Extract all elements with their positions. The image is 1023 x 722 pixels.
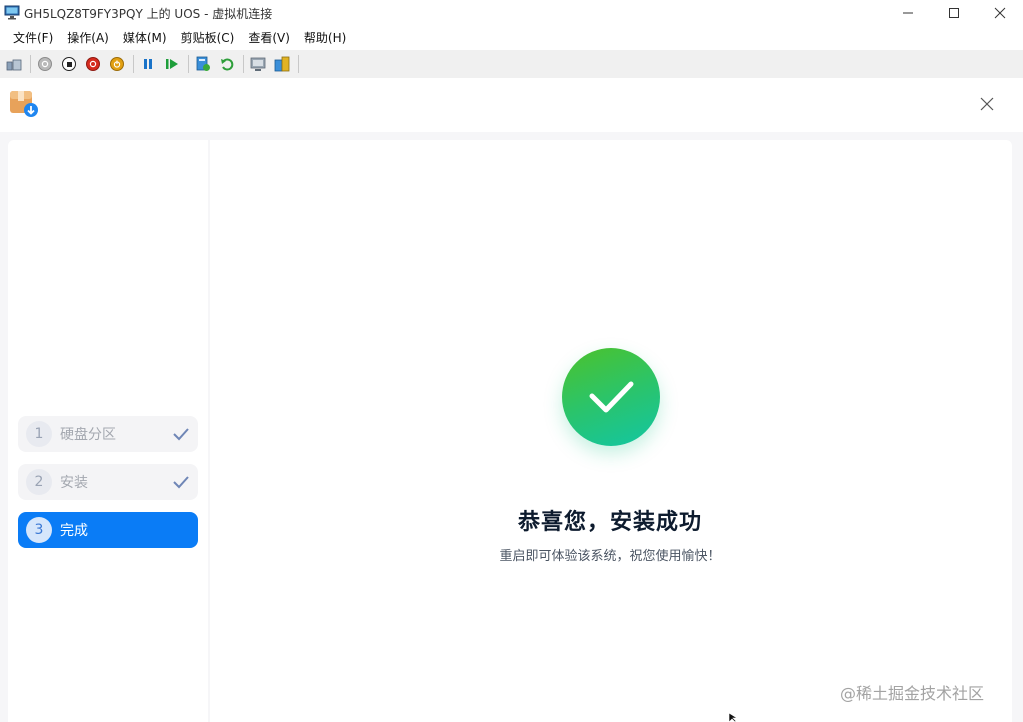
pause-icon bbox=[144, 59, 152, 69]
checkpoint-icon bbox=[196, 56, 210, 71]
success-title: 恭喜您，安装成功 bbox=[517, 510, 702, 535]
menu-action[interactable]: 操作(A) bbox=[60, 26, 116, 50]
step-disk-partition: 1 硬盘分区 bbox=[18, 416, 198, 452]
step-label: 安装 bbox=[60, 475, 88, 491]
success-icon bbox=[562, 348, 660, 446]
save-button[interactable] bbox=[106, 53, 128, 75]
toolbar-separator bbox=[243, 55, 244, 73]
menu-bar: 文件(F) 操作(A) 媒体(M) 剪贴板(C) 查看(V) 帮助(H) bbox=[0, 26, 1023, 50]
toolbar bbox=[0, 50, 1023, 78]
menu-view[interactable]: 查看(V) bbox=[241, 26, 297, 50]
menu-clipboard[interactable]: 剪贴板(C) bbox=[174, 26, 242, 50]
menu-media[interactable]: 媒体(M) bbox=[116, 26, 174, 50]
minimize-button[interactable] bbox=[885, 0, 931, 26]
start-icon bbox=[38, 57, 52, 71]
step-label: 完成 bbox=[60, 523, 88, 539]
resume-button[interactable] bbox=[161, 53, 183, 75]
ctrl-alt-del-button[interactable] bbox=[3, 53, 25, 75]
checkmark-icon bbox=[173, 476, 189, 489]
checkmark-icon bbox=[173, 428, 189, 441]
toolbar-separator bbox=[30, 55, 31, 73]
toolbar-separator bbox=[298, 55, 299, 73]
enhanced-session-icon bbox=[250, 57, 266, 71]
checkmark-icon bbox=[589, 381, 634, 413]
revert-button[interactable] bbox=[216, 53, 238, 75]
installer-header bbox=[0, 78, 1023, 132]
ctrl-alt-del-icon bbox=[6, 59, 22, 71]
toolbar-separator bbox=[188, 55, 189, 73]
menu-help[interactable]: 帮助(H) bbox=[297, 26, 353, 50]
step-number: 3 bbox=[26, 517, 52, 543]
close-icon bbox=[994, 7, 1006, 19]
toolbar-separator bbox=[133, 55, 134, 73]
start-button[interactable] bbox=[34, 53, 56, 75]
step-number: 1 bbox=[26, 421, 52, 447]
revert-icon bbox=[221, 58, 234, 71]
window-title: GH5LQZ8T9FY3PQY 上的 UOS - 虚拟机连接 bbox=[24, 7, 273, 21]
step-label: 硬盘分区 bbox=[60, 427, 116, 443]
maximize-icon bbox=[949, 8, 959, 18]
installer-logo-icon bbox=[10, 91, 38, 117]
enhanced-session-button[interactable] bbox=[247, 53, 269, 75]
resume-icon bbox=[166, 59, 178, 69]
share-button[interactable] bbox=[271, 53, 293, 75]
step-install: 2 安装 bbox=[18, 464, 198, 500]
save-icon bbox=[110, 57, 124, 71]
close-window-button[interactable] bbox=[977, 0, 1023, 26]
shutdown-button[interactable] bbox=[82, 53, 104, 75]
step-number: 2 bbox=[26, 469, 52, 495]
checkpoint-button[interactable] bbox=[192, 53, 214, 75]
success-subtitle: 重启即可体验该系统，祝您使用愉快！ bbox=[499, 549, 721, 564]
minimize-icon bbox=[903, 12, 913, 14]
shutdown-icon bbox=[86, 57, 100, 71]
share-icon bbox=[274, 56, 290, 72]
menu-file[interactable]: 文件(F) bbox=[6, 26, 60, 50]
vm-connection-icon bbox=[4, 5, 20, 20]
maximize-button[interactable] bbox=[931, 0, 977, 26]
installer-close-button[interactable] bbox=[975, 92, 999, 116]
step-complete: 3 完成 bbox=[18, 512, 198, 548]
turn-off-icon bbox=[62, 57, 76, 71]
pause-button[interactable] bbox=[137, 53, 159, 75]
watermark: @稀土掘金技术社区 bbox=[840, 684, 985, 703]
turn-off-button[interactable] bbox=[58, 53, 80, 75]
window-titlebar: GH5LQZ8T9FY3PQY 上的 UOS - 虚拟机连接 bbox=[0, 0, 1023, 26]
close-icon bbox=[980, 97, 994, 111]
mouse-cursor-icon bbox=[729, 713, 739, 722]
